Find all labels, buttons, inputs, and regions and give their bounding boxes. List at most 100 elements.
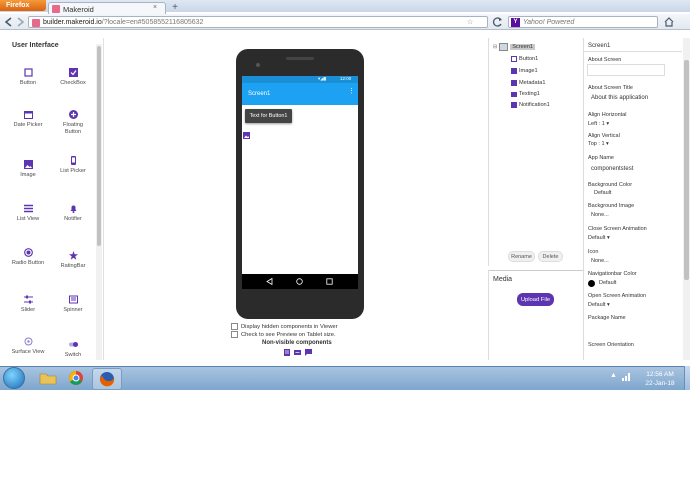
- align-vertical-select[interactable]: Top : 1 ▾: [588, 141, 609, 147]
- notification-icon: [511, 102, 517, 108]
- about-title-input[interactable]: About this application: [587, 93, 665, 103]
- checkbox-label: Check to see Preview on Tablet size.: [241, 331, 336, 338]
- about-screen-textarea[interactable]: [587, 64, 665, 76]
- tree-item-label: Notification1: [519, 102, 550, 108]
- hidden-components-checkbox[interactable]: Display hidden components in Viewer: [231, 323, 338, 330]
- about-title-label: About Screen Title: [588, 85, 633, 91]
- palette-item-checkbox[interactable]: CheckBox: [55, 68, 91, 87]
- tree-item-notification1[interactable]: Notification1: [511, 102, 550, 108]
- app-name-label: App Name: [588, 155, 614, 161]
- phone-camera: [256, 63, 260, 67]
- palette-title: User Interface: [12, 42, 59, 49]
- rename-button[interactable]: Rename: [508, 251, 535, 262]
- tree-item-metadata1[interactable]: Metadata1: [511, 80, 545, 86]
- button-icon: [511, 56, 517, 62]
- slider-icon: [23, 295, 33, 304]
- palette-item-date-picker[interactable]: Date Picker: [10, 110, 46, 129]
- palette-scroll-thumb[interactable]: [97, 46, 101, 246]
- chrome-taskbar-button[interactable]: [62, 368, 90, 388]
- explorer-taskbar-button[interactable]: [34, 368, 62, 388]
- palette-item-ratingbar[interactable]: RatingBar: [55, 251, 91, 270]
- tree-item-label: Metadata1: [519, 80, 546, 86]
- background-color-value[interactable]: Default: [594, 190, 611, 196]
- url-domain: builder.makeroid.io: [43, 19, 102, 26]
- icon-label: Icon: [588, 249, 599, 255]
- palette-item-label: List View: [16, 216, 40, 222]
- search-box[interactable]: Y Yahoo! Powered: [508, 16, 658, 28]
- start-button[interactable]: [3, 367, 25, 389]
- icon-value[interactable]: None...: [591, 258, 609, 264]
- align-horizontal-label: Align Horizontal: [588, 112, 627, 118]
- viewer-options: Display hidden components in Viewer Chec…: [231, 323, 338, 339]
- surface-view-icon: [24, 337, 33, 346]
- phone-screen[interactable]: [242, 76, 358, 288]
- tree-item-label: Image1: [519, 68, 538, 74]
- palette-item-spinner[interactable]: Spinner: [55, 295, 91, 314]
- tree-item-button1[interactable]: Button1: [511, 56, 538, 62]
- palette-item-label: Radio Button: [11, 260, 45, 266]
- checkbox-box[interactable]: [231, 331, 238, 338]
- palette-item-surface-view[interactable]: Surface View: [10, 337, 46, 356]
- app-name-input[interactable]: componentstest: [587, 164, 665, 174]
- clock-date: 22-Jan-18: [645, 380, 675, 387]
- metadata-icon[interactable]: [284, 349, 290, 356]
- palette-item-radio-button[interactable]: Radio Button: [10, 248, 46, 267]
- navbar-color-swatch[interactable]: [588, 280, 595, 287]
- package-name-label: Package Name: [588, 315, 626, 321]
- notification-icon[interactable]: [305, 349, 312, 356]
- upload-file-button[interactable]: Upload File: [517, 293, 554, 306]
- open-animation-label: Open Screen Animation: [588, 293, 647, 299]
- button1-preview[interactable]: Text for Button1: [245, 109, 292, 123]
- site-identity-icon[interactable]: [32, 19, 40, 27]
- delete-button[interactable]: Delete: [538, 251, 563, 262]
- open-animation-select[interactable]: Default ▾: [588, 302, 610, 308]
- url-bar[interactable]: builder.makeroid.io/?locale=en#505855211…: [28, 16, 488, 28]
- navbar-color-value[interactable]: Default: [599, 280, 616, 286]
- tree-item-image1[interactable]: Image1: [511, 68, 538, 74]
- tray-expand-icon[interactable]: ▲: [610, 372, 617, 379]
- forward-icon[interactable]: [15, 17, 25, 27]
- new-tab-button[interactable]: +: [170, 3, 180, 13]
- palette-item-list-picker[interactable]: List Picker: [55, 156, 91, 175]
- palette-item-label: Spinner: [63, 307, 83, 313]
- collapse-icon[interactable]: ⊟: [493, 44, 497, 50]
- align-horizontal-select[interactable]: Left : 1 ▾: [588, 121, 609, 127]
- firefox-taskbar-button[interactable]: [92, 368, 122, 390]
- tab-close-icon[interactable]: ×: [153, 4, 157, 11]
- properties-header: Screen1: [588, 43, 611, 49]
- palette-item-image[interactable]: Image: [10, 160, 46, 179]
- network-icon[interactable]: [622, 373, 631, 381]
- properties-scroll-thumb[interactable]: [684, 60, 689, 280]
- palette-item-notifier[interactable]: Notifier: [55, 204, 91, 223]
- close-animation-select[interactable]: Default ▾: [588, 235, 610, 241]
- media-panel: [488, 270, 583, 360]
- chrome-icon: [69, 371, 83, 385]
- browser-tab[interactable]: Makeroid ×: [48, 2, 166, 14]
- signal-battery-icon: ▾◢▮: [318, 76, 327, 81]
- background-image-value[interactable]: None...: [591, 212, 609, 218]
- palette-item-button[interactable]: Button: [10, 68, 46, 87]
- home-icon[interactable]: [664, 17, 674, 27]
- taskbar-clock[interactable]: 12:56 AM 22-Jan-18: [640, 370, 680, 388]
- palette-item-list-view[interactable]: List View: [10, 204, 46, 223]
- texting-icon[interactable]: [294, 349, 301, 356]
- tree-item-screen1[interactable]: ⊟ Screen1: [493, 43, 536, 51]
- spinner-icon: [68, 295, 78, 304]
- switch-icon: [68, 340, 78, 349]
- folder-icon: [39, 373, 57, 385]
- tablet-preview-checkbox[interactable]: Check to see Preview on Tablet size.: [231, 331, 338, 338]
- image1-preview-icon[interactable]: [243, 132, 250, 139]
- back-icon[interactable]: [4, 17, 14, 27]
- nav-recent-icon: [326, 278, 333, 285]
- bookmark-star-icon[interactable]: ☆: [467, 18, 473, 26]
- checkbox-box[interactable]: [231, 323, 238, 330]
- tree-item-texting1[interactable]: Texting1: [511, 91, 540, 97]
- palette-item-floating-button[interactable]: Floating Button: [55, 110, 91, 135]
- palette-item-label: Floating Button: [63, 122, 83, 135]
- palette-item-switch[interactable]: Switch: [55, 340, 91, 359]
- palette-item-slider[interactable]: Slider: [10, 295, 46, 314]
- yahoo-engine-icon[interactable]: Y: [511, 18, 520, 27]
- show-desktop-button[interactable]: [684, 366, 690, 390]
- reload-icon[interactable]: [492, 17, 504, 27]
- list-view-icon: [23, 204, 33, 213]
